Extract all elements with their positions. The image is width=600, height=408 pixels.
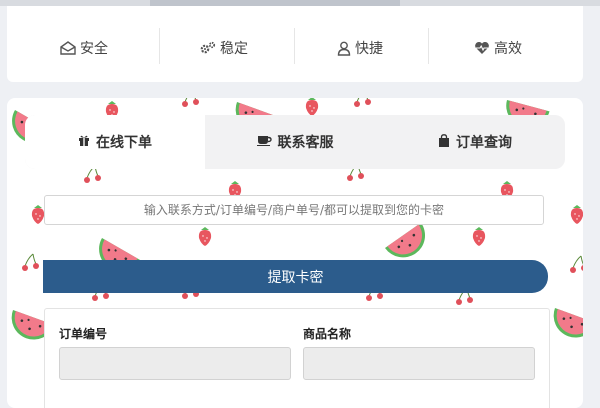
tab-label: 联系客服 [277,135,334,151]
gift-icon [78,134,90,150]
envelope-open-icon [60,41,76,55]
coffee-cup-icon [256,134,272,150]
tab-label: 在线下单 [96,135,152,151]
heartbeat-icon [474,41,490,55]
feature-safe: 安全 [17,30,151,66]
divider [428,28,429,64]
feature-label: 高效 [494,41,522,57]
tabs-bar: 在线下单 联系客服 订单查询 [25,115,565,169]
feature-label: 快捷 [355,41,383,57]
order-result-panel: 订单编号 商品名称 [44,308,550,408]
tab-online-order[interactable]: 在线下单 [25,115,205,169]
tab-label: 订单查询 [456,135,512,151]
gears-icon [200,41,216,55]
feature-stable: 稳定 [157,30,291,66]
user-icon [337,41,351,56]
extract-card-key-button[interactable]: 提取卡密 [43,260,548,293]
feature-label: 稳定 [220,41,248,57]
feature-efficient: 高效 [431,30,565,66]
feature-fast: 快捷 [293,30,427,66]
order-number-field [59,347,291,380]
order-card: 在线下单 联系客服 订单查询 提取卡密 订单编号 商品名称 [7,98,583,408]
product-name-field [303,347,535,380]
order-search-input[interactable] [44,195,544,225]
tab-order-query[interactable]: 订单查询 [385,115,565,169]
shopping-bag-icon [438,133,450,151]
tab-contact-support[interactable]: 联系客服 [205,115,385,169]
features-card: 安全 稳定 快捷 高效 [7,6,583,82]
product-name-label: 商品名称 [303,327,352,341]
feature-label: 安全 [80,41,108,57]
order-number-label: 订单编号 [59,327,108,341]
